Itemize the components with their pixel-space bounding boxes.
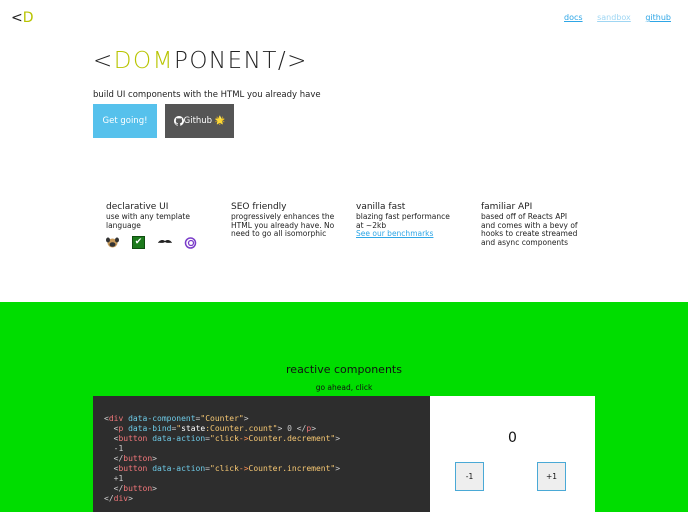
logo-bracket: < [11,10,23,26]
feature-title: SEO friendly [231,202,287,212]
github-button-label: Github [183,115,213,126]
feature-title: familiar API [481,202,533,212]
counter-demo: 0 -1 +1 [430,396,595,512]
feature-text: use with any template language [106,212,190,230]
feature-declarative: declarative UI use with any template lan… [106,202,214,250]
get-going-button[interactable]: Get going! [93,104,157,138]
increment-button[interactable]: +1 [537,462,566,491]
brand-accent: DOM [113,48,174,74]
nav-sandbox-link[interactable]: sandbox [597,13,631,22]
benchmarks-link[interactable]: See our benchmarks [356,229,433,238]
decrement-button[interactable]: -1 [455,462,484,491]
site-logo[interactable]: <D [11,10,34,26]
reactive-title: reactive components [286,363,402,376]
feature-api: familiar API based off of Reacts API and… [481,202,581,247]
github-icon [173,115,184,126]
logo-letter: D [22,10,34,26]
tagline: build UI components with the HTML you al… [93,90,321,100]
star-icon: 🌟 [214,115,226,126]
feature-vanilla: vanilla fast blazing fast performance at… [356,202,456,239]
brand-open-bracket: < [93,48,114,74]
pug-icon [106,237,119,249]
feature-title: vanilla fast [356,202,406,212]
mustache-icon [158,237,172,249]
code-sample: <div data-component="Counter"> <p data-b… [93,396,430,512]
top-nav: docs sandbox github [552,13,671,22]
check-icon: ✔ [132,236,145,250]
github-button[interactable]: Github 🌟 [165,104,234,138]
feature-seo: SEO friendly progressively enhances the … [231,202,339,239]
nav-github-link[interactable]: github [645,13,671,22]
feature-text: progressively enhances the HTML you alre… [231,212,335,239]
reactive-subtitle: go ahead, click [315,383,373,392]
spiral-icon [184,236,197,249]
nav-docs-link[interactable]: docs [564,13,583,22]
template-icons: ✔ [106,236,214,250]
feature-text: based off of Reacts API and comes with a… [481,212,578,247]
feature-text: blazing fast performance at ~2kb [356,212,450,230]
counter-value: 0 [508,430,517,446]
feature-title: declarative UI [106,202,169,212]
brand-title: <DOMPONENT/> [93,48,308,74]
brand-rest: PONENT/> [173,48,308,74]
